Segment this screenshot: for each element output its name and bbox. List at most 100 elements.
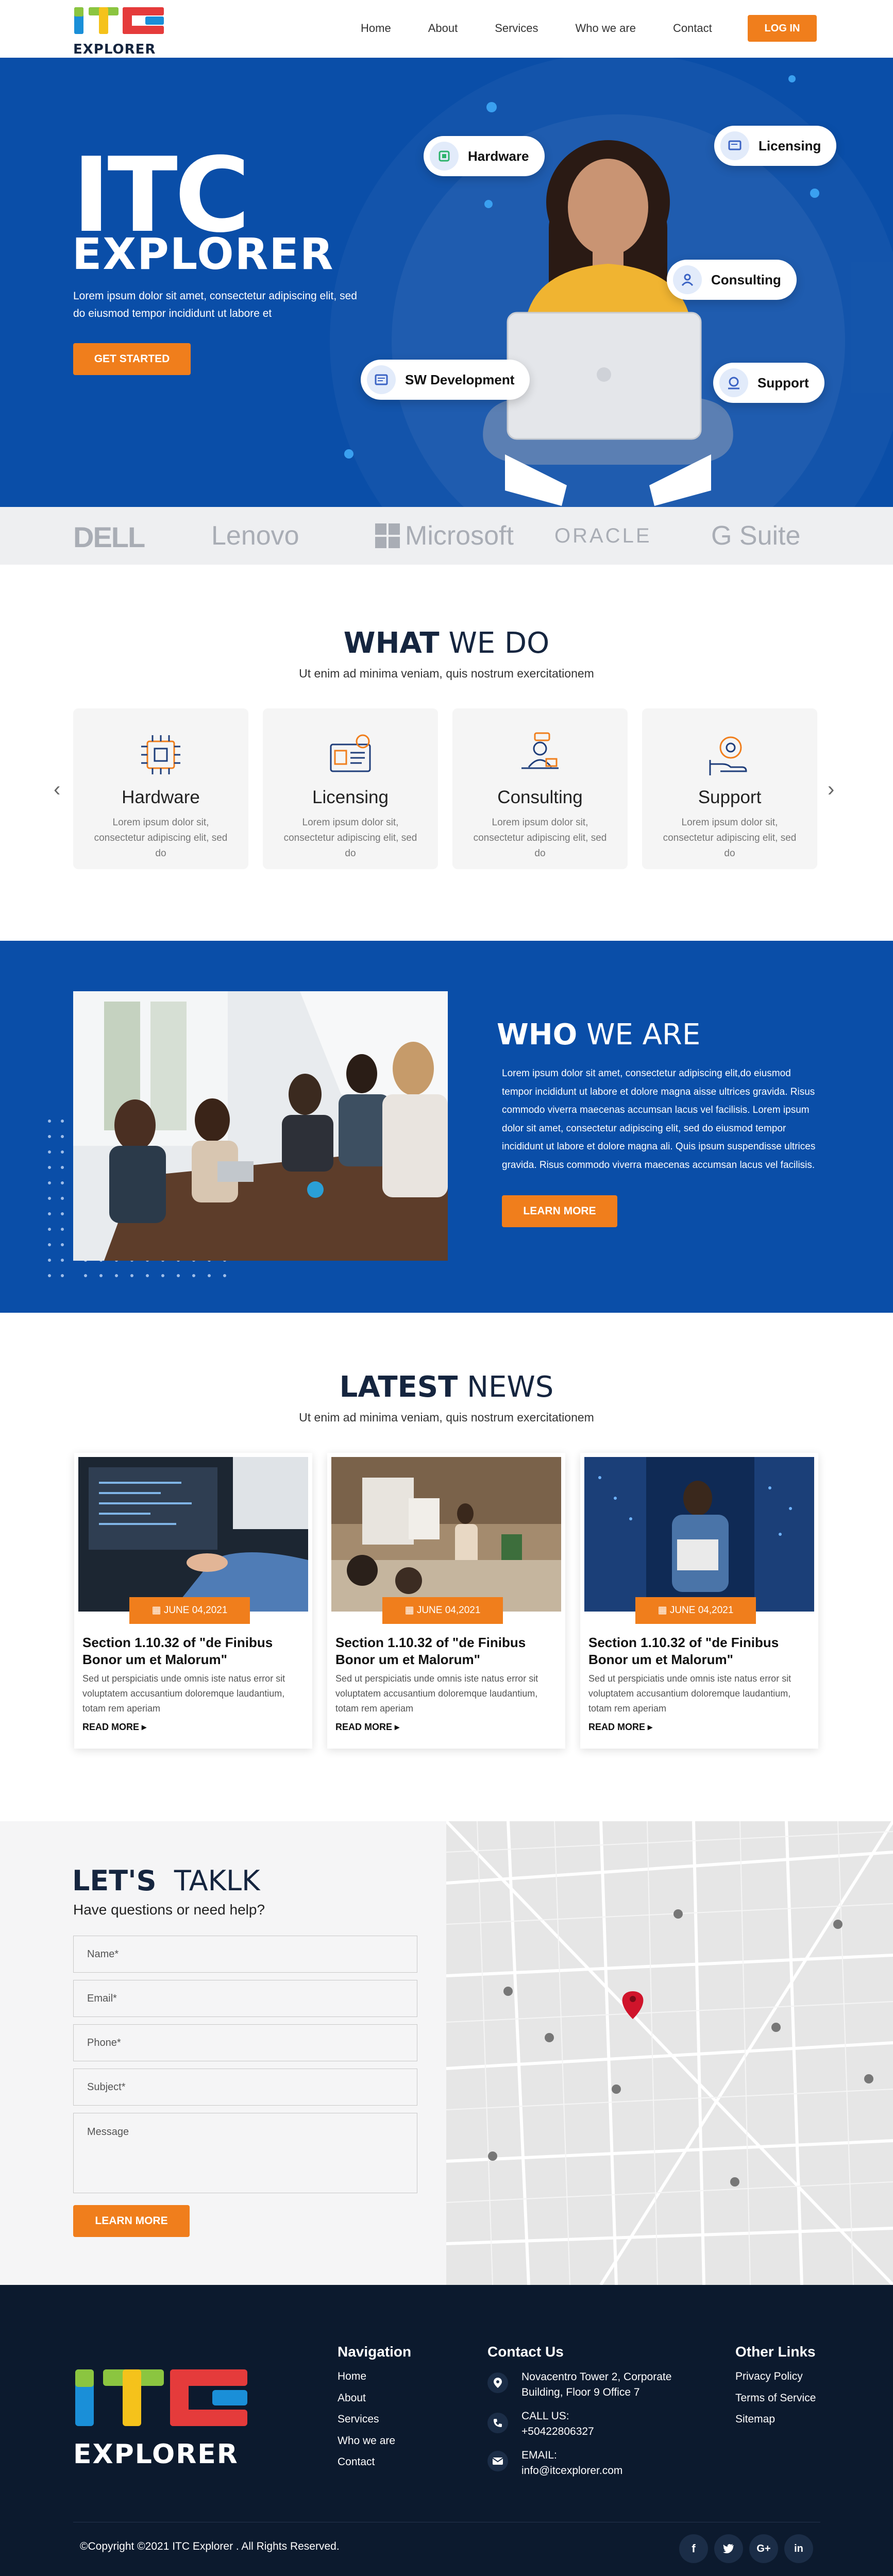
footer-privacy-policy-link[interactable]: Privacy Policy (735, 2366, 803, 2387)
site-logo[interactable]: EXPLORER (73, 5, 166, 57)
pill-label: SW Development (405, 371, 515, 387)
latest-news-subtitle: Ut enim ad minima veniam, quis nostrum e… (299, 1411, 594, 1424)
learn-more-button[interactable]: LEARN MORE (502, 1195, 617, 1227)
news-description: Sed ut perspiciatis unde omnis iste natu… (588, 1673, 791, 1714)
nav-about[interactable]: About (428, 18, 458, 39)
footer-phone[interactable]: +50422806327 (521, 2424, 594, 2439)
partner-brands-strip: DELL Lenovo Microsoft ORACLE G Suite (0, 507, 893, 565)
pill-label: Consulting (711, 272, 781, 287)
footer-nav-services[interactable]: Services (338, 2409, 379, 2430)
who-we-are-section: WHO WE ARE Lorem ipsum dolor sit amet, c… (0, 941, 893, 1313)
news-card[interactable]: ▦ JUNE 04,2021 Section 1.10.32 of "de Fi… (74, 1453, 312, 1749)
caret-right-icon: ▸ (648, 1722, 653, 1732)
pill-label: Support (757, 375, 809, 391)
login-button[interactable]: LOG IN (748, 15, 817, 42)
read-more-link[interactable]: READ MORE ▸ (335, 1722, 399, 1733)
subject-field[interactable]: Subject* (73, 2069, 417, 2106)
title-rest-part: TAKLK (174, 1865, 260, 1897)
service-title: Hardware (122, 787, 200, 807)
footer-email[interactable]: info@itcexplorer.com (521, 2463, 622, 2479)
pill-hardware: Hardware (424, 136, 545, 176)
footer-nav-who-we-are[interactable]: Who we are (338, 2430, 395, 2452)
news-card[interactable]: ▦ JUNE 04,2021 Section 1.10.32 of "de Fi… (580, 1453, 818, 1749)
decorative-dot (344, 449, 353, 459)
latest-news-title: LATEST NEWS (0, 1370, 893, 1404)
title-bold-part: WHAT (343, 626, 440, 660)
nav-contact[interactable]: Contact (673, 18, 712, 39)
service-card-hardware[interactable]: Hardware Lorem ipsum dolor sit, consecte… (73, 708, 248, 869)
service-title: Consulting (497, 787, 583, 807)
brand-gsuite-logo: G Suite (711, 521, 801, 551)
title-rest-part: WE ARE (586, 1018, 701, 1052)
news-photo-coding (78, 1457, 308, 1612)
phone-field[interactable]: Phone* (73, 2024, 417, 2061)
service-description: Lorem ipsum dolor sit, consectetur adipi… (473, 817, 607, 859)
news-date: JUNE 04,2021 (163, 1605, 228, 1616)
facebook-icon[interactable]: f (679, 2534, 708, 2563)
site-header: EXPLORER Home About Services Who we are … (0, 0, 893, 58)
news-title[interactable]: Section 1.10.32 of "de Finibus Bonor um … (588, 1634, 810, 1668)
support-gear-hand-icon (709, 736, 747, 775)
title-bold-part: LATEST (339, 1370, 458, 1404)
service-title: Licensing (312, 787, 389, 807)
email-field[interactable]: Email* (73, 1980, 417, 2017)
service-title: Support (698, 787, 762, 807)
pill-label: Licensing (759, 138, 821, 154)
brand-oracle-logo: ORACLE (554, 524, 652, 547)
name-field[interactable]: Name* (73, 1936, 417, 1973)
service-card-licensing[interactable]: Licensing Lorem ipsum dolor sit, consect… (263, 708, 438, 869)
service-card-support[interactable]: Support Lorem ipsum dolor sit, consectet… (642, 708, 817, 869)
footer-nav-about[interactable]: About (338, 2387, 366, 2409)
read-more-label: READ MORE (588, 1722, 646, 1732)
footer-email-label: EMAIL: (521, 2449, 557, 2461)
news-date: JUNE 04,2021 (669, 1605, 734, 1616)
google-plus-icon[interactable]: G+ (749, 2534, 778, 2563)
team-meeting-photo (73, 991, 448, 1261)
message-field[interactable]: Message (73, 2113, 417, 2193)
twitter-icon[interactable] (714, 2534, 743, 2563)
read-more-link[interactable]: READ MORE ▸ (588, 1722, 652, 1733)
support-icon (719, 368, 748, 397)
news-card[interactable]: ▦ JUNE 04,2021 Section 1.10.32 of "de Fi… (327, 1453, 565, 1749)
footer-nav-contact[interactable]: Contact (338, 2451, 375, 2473)
contact-title: LET'S TAKLK (72, 1865, 260, 1897)
footer-logo[interactable]: EXPLORER (73, 2366, 250, 2470)
news-photo-server-room (584, 1457, 814, 1612)
pill-label: Hardware (468, 148, 529, 164)
license-certificate-icon (330, 734, 371, 772)
who-we-are-title: WHO WE ARE (497, 1018, 700, 1052)
read-more-link[interactable]: READ MORE ▸ (82, 1722, 146, 1733)
pill-licensing: Licensing (714, 126, 837, 166)
get-started-button[interactable]: GET STARTED (73, 343, 191, 375)
nav-home[interactable]: Home (361, 18, 391, 39)
contact-submit-button[interactable]: LEARN MORE (73, 2205, 190, 2237)
carousel-prev-arrow[interactable]: ‹ (54, 778, 60, 801)
location-map[interactable] (446, 1821, 893, 2285)
news-title[interactable]: Section 1.10.32 of "de Finibus Bonor um … (82, 1634, 304, 1668)
pill-support: Support (713, 363, 824, 403)
service-card-consulting[interactable]: Consulting Lorem ipsum dolor sit, consec… (452, 708, 628, 869)
read-more-label: READ MORE (335, 1722, 393, 1732)
footer-other-links-heading: Other Links (735, 2344, 816, 2360)
footer-terms-link[interactable]: Terms of Service (735, 2387, 816, 2409)
footer-nav-home[interactable]: Home (338, 2366, 366, 2387)
windows-icon (375, 523, 400, 548)
service-description: Lorem ipsum dolor sit, consectetur adipi… (283, 817, 417, 859)
email-icon (487, 2451, 508, 2471)
footer-navigation-heading: Navigation (338, 2344, 412, 2360)
carousel-next-arrow[interactable]: › (828, 778, 834, 801)
who-we-are-text: Lorem ipsum dolor sit amet, consectetur … (502, 1068, 816, 1171)
news-date-badge: ▦ JUNE 04,2021 (635, 1597, 756, 1624)
linkedin-icon[interactable]: in (784, 2534, 813, 2563)
hero-section: ITC EXPLORER Lorem ipsum dolor sit amet,… (0, 58, 893, 507)
title-bold-part: LET'S (72, 1865, 157, 1897)
title-rest-part: WE DO (448, 626, 550, 660)
decorative-dot (486, 102, 497, 112)
news-title[interactable]: Section 1.10.32 of "de Finibus Bonor um … (335, 1634, 557, 1668)
caret-right-icon: ▸ (142, 1722, 147, 1732)
footer-sitemap-link[interactable]: Sitemap (735, 2409, 775, 2430)
license-icon (720, 131, 749, 160)
calendar-icon: ▦ (151, 1605, 164, 1616)
nav-who-we-are[interactable]: Who we are (576, 18, 636, 39)
nav-services[interactable]: Services (495, 18, 538, 39)
